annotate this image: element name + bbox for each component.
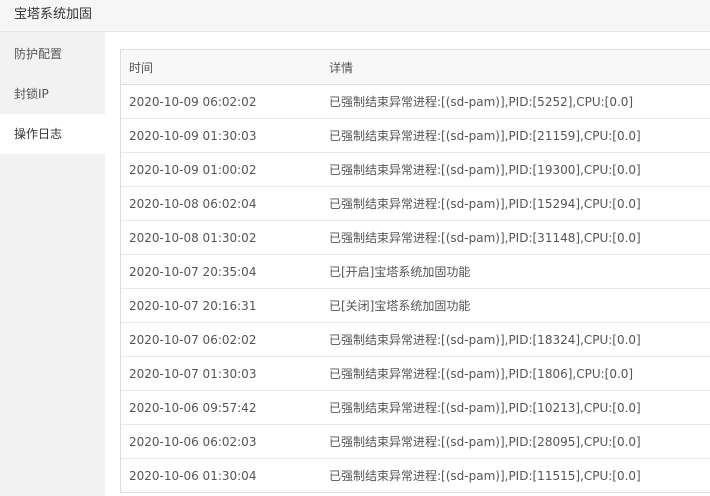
table-row: 2020-10-07 01:30:03 已强制结束异常进程:[(sd-pam)],… xyxy=(121,356,710,391)
column-header-detail: 详情 xyxy=(321,50,710,85)
log-time-cell: 2020-10-08 06:02:04 xyxy=(121,186,321,221)
log-time-cell: 2020-10-09 01:00:02 xyxy=(121,152,321,187)
sidebar-item-protection-config[interactable]: 防护配置 xyxy=(0,34,105,74)
log-table-container: 时间 详情 2020-10-09 06:02:02 已强制结束异常进程:[(sd-… xyxy=(120,49,710,493)
column-header-time: 时间 xyxy=(121,50,321,85)
window-title: 宝塔系统加固 xyxy=(14,7,93,22)
table-row: 2020-10-08 01:30:02 已强制结束异常进程:[(sd-pam)],… xyxy=(121,220,710,255)
log-detail-cell: 已强制结束异常进程:[(sd-pam)],PID:[21159],CPU:[0.… xyxy=(321,118,710,153)
log-detail-cell: 已[开启]宝塔系统加固功能 xyxy=(321,254,710,289)
sidebar-item-block-ip[interactable]: 封锁IP xyxy=(0,74,105,114)
log-detail-cell: 已强制结束异常进程:[(sd-pam)],PID:[28095],CPU:[0.… xyxy=(321,424,710,459)
log-table: 时间 详情 2020-10-09 06:02:02 已强制结束异常进程:[(sd-… xyxy=(121,50,710,492)
table-row: 2020-10-09 01:00:02 已强制结束异常进程:[(sd-pam)],… xyxy=(121,152,710,187)
log-detail-cell: 已强制结束异常进程:[(sd-pam)],PID:[11515],CPU:[0.… xyxy=(321,458,710,492)
log-time-cell: 2020-10-09 06:02:02 xyxy=(121,84,321,119)
log-time-cell: 2020-10-07 20:16:31 xyxy=(121,288,321,323)
log-detail-cell: 已强制结束异常进程:[(sd-pam)],PID:[1806],CPU:[0.0… xyxy=(321,356,710,391)
table-row: 2020-10-07 20:35:04 已[开启]宝塔系统加固功能 xyxy=(121,254,710,289)
log-detail-cell: 已强制结束异常进程:[(sd-pam)],PID:[15294],CPU:[0.… xyxy=(321,186,710,221)
table-header-row: 时间 详情 xyxy=(121,50,710,85)
log-detail-cell: 已强制结束异常进程:[(sd-pam)],PID:[31148],CPU:[0.… xyxy=(321,220,710,255)
window-header: 宝塔系统加固 xyxy=(0,0,710,32)
table-row: 2020-10-07 20:16:31 已[关闭]宝塔系统加固功能 xyxy=(121,288,710,323)
table-row: 2020-10-07 06:02:02 已强制结束异常进程:[(sd-pam)],… xyxy=(121,322,710,357)
table-row: 2020-10-06 06:02:03 已强制结束异常进程:[(sd-pam)],… xyxy=(121,424,710,459)
table-row: 2020-10-09 01:30:03 已强制结束异常进程:[(sd-pam)],… xyxy=(121,118,710,153)
log-time-cell: 2020-10-06 06:02:03 xyxy=(121,424,321,459)
log-time-cell: 2020-10-07 06:02:02 xyxy=(121,322,321,357)
log-table-body: 2020-10-09 06:02:02 已强制结束异常进程:[(sd-pam)],… xyxy=(121,84,710,492)
sidebar: 防护配置 封锁IP 操作日志 xyxy=(0,32,105,496)
table-row: 2020-10-09 06:02:02 已强制结束异常进程:[(sd-pam)],… xyxy=(121,84,710,119)
log-time-cell: 2020-10-07 20:35:04 xyxy=(121,254,321,289)
log-time-cell: 2020-10-07 01:30:03 xyxy=(121,356,321,391)
log-time-cell: 2020-10-06 09:57:42 xyxy=(121,390,321,425)
log-detail-cell: 已强制结束异常进程:[(sd-pam)],PID:[18324],CPU:[0.… xyxy=(321,322,710,357)
table-row: 2020-10-06 01:30:04 已强制结束异常进程:[(sd-pam)],… xyxy=(121,458,710,492)
log-time-cell: 2020-10-09 01:30:03 xyxy=(121,118,321,153)
table-row: 2020-10-08 06:02:04 已强制结束异常进程:[(sd-pam)],… xyxy=(121,186,710,221)
log-detail-cell: 已强制结束异常进程:[(sd-pam)],PID:[5252],CPU:[0.0… xyxy=(321,84,710,119)
log-time-cell: 2020-10-06 01:30:04 xyxy=(121,458,321,492)
log-detail-cell: 已强制结束异常进程:[(sd-pam)],PID:[10213],CPU:[0.… xyxy=(321,390,710,425)
log-detail-cell: 已[关闭]宝塔系统加固功能 xyxy=(321,288,710,323)
log-detail-cell: 已强制结束异常进程:[(sd-pam)],PID:[19300],CPU:[0.… xyxy=(321,152,710,187)
log-time-cell: 2020-10-08 01:30:02 xyxy=(121,220,321,255)
sidebar-item-operation-log[interactable]: 操作日志 xyxy=(0,114,105,154)
table-row: 2020-10-06 09:57:42 已强制结束异常进程:[(sd-pam)],… xyxy=(121,390,710,425)
